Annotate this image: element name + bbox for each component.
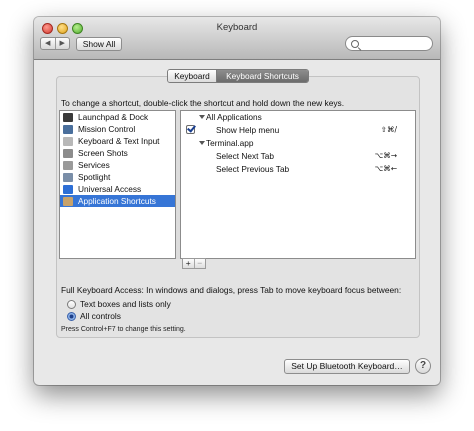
shortcut-row[interactable]: Select Previous Tab ⌥⌘← (181, 163, 415, 175)
add-shortcut-button[interactable]: + (183, 259, 194, 268)
control-f7-note: Press Control+F7 to change this setting. (61, 326, 186, 333)
category-item[interactable]: Screen Shots (60, 147, 175, 159)
disclosure-triangle-icon[interactable] (199, 141, 205, 145)
category-label: Mission Control (78, 124, 136, 134)
radio-button-selected[interactable] (67, 311, 76, 321)
radio-label: Text boxes and lists only (80, 299, 171, 309)
titlebar: Keyboard ◀ ▶ Show All (34, 17, 440, 60)
universal-access-icon (63, 184, 73, 194)
shortcut-keys[interactable]: ⌥⌘← (375, 163, 397, 175)
category-label: Screen Shots (78, 148, 128, 158)
add-remove-control: + − (182, 258, 206, 269)
launchpad-dock-icon (63, 112, 73, 122)
category-label: Spotlight (78, 172, 111, 182)
app-shortcuts-icon (63, 196, 73, 206)
category-label: Application Shortcuts (78, 196, 156, 206)
tab-bar: Keyboard Keyboard Shortcuts (167, 69, 309, 83)
shortcut-label: All Applications (206, 112, 262, 122)
mission-control-icon (63, 124, 73, 134)
shortcut-label: Terminal.app (206, 138, 254, 148)
search-field[interactable] (345, 36, 433, 51)
radio-all-controls[interactable]: All controls (67, 311, 121, 321)
preferences-window: Keyboard ◀ ▶ Show All Keyboard Keyboard … (34, 17, 440, 385)
category-item[interactable]: Keyboard & Text Input (60, 135, 175, 147)
category-label: Launchpad & Dock (78, 112, 149, 122)
radio-button[interactable] (67, 299, 76, 309)
shortcut-keys[interactable]: ⇧⌘/ (381, 124, 397, 136)
category-label: Universal Access (78, 184, 142, 194)
bluetooth-keyboard-button[interactable]: Set Up Bluetooth Keyboard… (284, 359, 410, 374)
help-button[interactable]: ? (415, 358, 431, 374)
shortcut-label: Select Next Tab (216, 151, 274, 161)
back-forward-control: ◀ ▶ (40, 37, 70, 50)
radio-text-boxes-only[interactable]: Text boxes and lists only (67, 299, 171, 309)
tab-keyboard-shortcuts[interactable]: Keyboard Shortcuts (217, 70, 308, 82)
category-item[interactable]: Launchpad & Dock (60, 111, 175, 123)
tab-keyboard[interactable]: Keyboard (168, 70, 217, 82)
category-label: Services (78, 160, 110, 170)
remove-shortcut-button[interactable]: − (193, 259, 206, 268)
back-icon[interactable]: ◀ (41, 38, 55, 49)
shortcut-row[interactable]: Show Help menu ⇧⌘/ (181, 124, 415, 136)
shortcuts-list[interactable]: All Applications Show Help menu ⇧⌘/ Termina… (180, 110, 416, 259)
show-all-button[interactable]: Show All (76, 37, 122, 51)
category-item[interactable]: Mission Control (60, 123, 175, 135)
shortcut-label: Show Help menu (216, 125, 280, 135)
radio-label: All controls (80, 311, 121, 321)
window-title: Keyboard (216, 22, 258, 33)
disclosure-triangle-icon[interactable] (199, 115, 205, 119)
category-item[interactable]: Application Shortcuts (60, 195, 175, 207)
category-label: Keyboard & Text Input (78, 136, 160, 146)
shortcut-row[interactable]: Select Next Tab ⌥⌘→ (181, 150, 415, 162)
enabled-checkbox[interactable] (186, 125, 195, 134)
shortcut-label: Select Previous Tab (216, 164, 290, 174)
instructions-text: To change a shortcut, double-click the s… (61, 98, 345, 108)
category-item[interactable]: Universal Access (60, 183, 175, 195)
shortcut-group-row[interactable]: Terminal.app (181, 137, 415, 149)
shortcut-keys[interactable]: ⌥⌘→ (375, 150, 397, 162)
shortcut-group-row[interactable]: All Applications (181, 111, 415, 123)
forward-icon[interactable]: ▶ (54, 38, 70, 49)
keyboard-icon (63, 136, 73, 146)
gear-icon (63, 160, 73, 170)
category-item[interactable]: Spotlight (60, 171, 175, 183)
screenshot-icon (63, 148, 73, 158)
full-keyboard-access-label: Full Keyboard Access: In windows and dia… (61, 285, 402, 295)
search-icon (351, 40, 359, 48)
category-item[interactable]: Services (60, 159, 175, 171)
shortcut-categories-list[interactable]: Launchpad & Dock Mission Control Keyboard … (59, 110, 176, 259)
spotlight-icon (63, 172, 73, 182)
